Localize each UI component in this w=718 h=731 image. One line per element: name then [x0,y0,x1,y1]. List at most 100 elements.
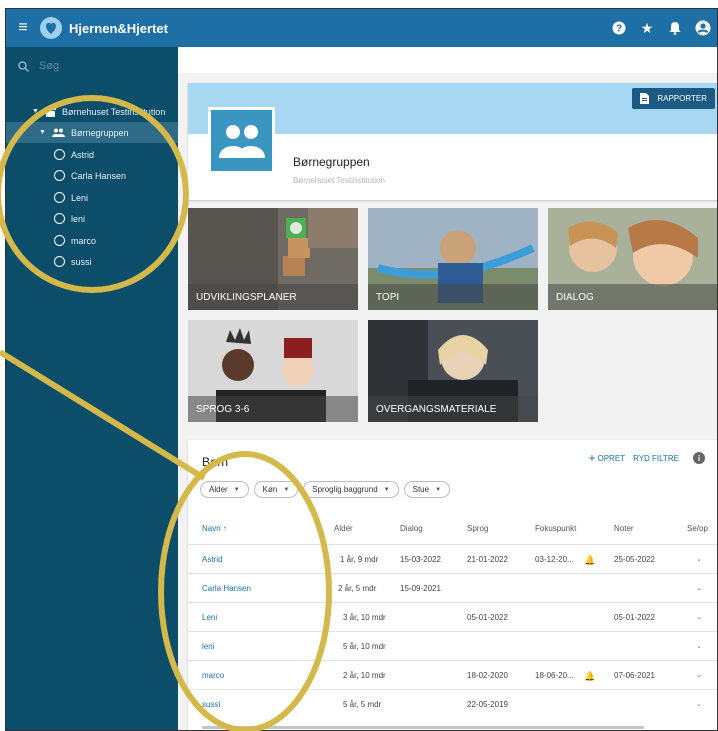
row-sprog: 22-05-2019 [467,700,508,709]
sidebar-item-label: sussi [71,256,92,267]
sidebar-item-child[interactable]: Leni [6,187,178,208]
sidebar-item-institution[interactable]: ▼ Børnehuset Testinstitution [6,101,178,122]
report-button-label: RAPPORTER [657,94,707,103]
row-dialog: 15-09-2021 [400,584,441,593]
column-header-navn[interactable]: Navn ↑ [202,514,227,544]
create-button[interactable]: + OPRET [588,451,625,465]
tile-udviklingsplaner[interactable]: UDVIKLINGSPLANER [188,208,358,310]
sidebar-item-label: leni [71,213,86,224]
row-fokus: 18-06-20... [535,671,574,680]
expand-chevron-icon[interactable]: ⌄ [696,603,702,633]
table-row[interactable]: marco 2 år, 10 mdr 18-02-2020 18-06-20..… [188,660,717,691]
children-card-title: Børn [202,455,229,469]
page-title: Børnegruppen [293,155,370,169]
report-button[interactable]: RAPPORTER [632,88,715,109]
row-name-link[interactable]: Leni [202,603,217,633]
filter-chip-stue[interactable]: Stue ▼ [403,481,451,498]
app-title[interactable]: Hjernen&Hjertet [69,21,168,36]
expand-chevron-icon[interactable]: ⌄ [696,574,702,604]
main-content: RAPPORTER Børnegruppen Børnehuset Testin… [178,47,717,730]
chip-label: Sproglig baggrund [312,485,378,494]
expand-chevron-icon[interactable]: ⌄ [696,690,702,720]
hamburger-menu-icon[interactable]: ≡ [6,9,40,47]
horizontal-scrollbar[interactable] [202,726,644,729]
group-icon [218,124,265,158]
sidebar-item-child[interactable]: marco [6,230,178,251]
group-icon [51,128,65,137]
table-row[interactable]: sussi 5 år, 5 mdr 22-05-2019 ⌄ [188,689,717,720]
column-header-dialog[interactable]: Dialog [400,514,423,544]
child-face-icon [54,192,65,203]
row-age: 5 år, 10 mdr [343,642,386,651]
info-icon[interactable]: i [693,452,705,464]
tile-overgangsmateriale[interactable]: OVERGANGSMATERIALE [368,320,538,422]
filter-chip-kon[interactable]: Køn ▼ [253,481,299,498]
app-window: ≡ Hjernen&Hjertet ? ★ Søg ▼ Børnehuset T… [5,8,718,731]
column-header-alder[interactable]: Alder [334,514,353,544]
clear-filters-button[interactable]: RYD FILTRE [633,454,679,463]
column-header-noter[interactable]: Noter [614,514,634,544]
child-face-icon [54,149,65,160]
dropdown-arrow-icon: ▼ [233,486,240,493]
group-header-card: RAPPORTER Børnegruppen Børnehuset Testin… [188,83,717,200]
row-noter: 07-06-2021 [614,671,655,680]
expand-chevron-icon[interactable]: ⌄ [696,632,702,662]
top-bar: ≡ Hjernen&Hjertet ? ★ [6,9,717,47]
sidebar-item-child[interactable]: sussi [6,251,178,272]
star-icon[interactable]: ★ [633,9,661,47]
row-age: 2 år, 10 mdr [343,671,386,680]
sidebar-item-child[interactable]: leni [6,208,178,229]
child-face-icon [54,170,65,181]
bell-icon[interactable] [661,9,689,47]
sidebar-search[interactable]: Søg [6,47,178,85]
chip-label: Køn [262,485,278,494]
row-noter: 05-01-2022 [614,613,655,622]
group-avatar [208,107,275,174]
alert-bell-icon: 🔔 [584,671,596,681]
row-name-link[interactable]: sussi [202,690,220,720]
row-name-link[interactable]: leni [202,632,214,662]
row-sprog: 18-02-2020 [467,671,508,680]
column-header-sprog[interactable]: Sprog [467,514,488,544]
table-row[interactable]: leni 5 år, 10 mdr ⌄ [188,631,717,662]
column-header-fokuspunkt[interactable]: Fokuspunkt [535,514,576,544]
tile-sprog-3-6[interactable]: SPROG 3-6 [188,320,358,422]
tile-dialog[interactable]: DIALOG [548,208,717,310]
alert-bell-icon: 🔔 [584,555,596,565]
column-header-label: Navn [202,524,221,533]
row-name-link[interactable]: marco [202,661,224,691]
sidebar-item-child[interactable]: Astrid [6,144,178,165]
table-row[interactable]: Leni 3 år, 10 mdr 05-01-2022 05-01-2022 … [188,602,717,633]
tile-label: TOPI [368,284,538,310]
tile-topi[interactable]: TOPI [368,208,538,310]
search-placeholder: Søg [39,60,60,72]
row-name-link[interactable]: Carla Hansen [202,574,251,604]
chevron-down-icon: ▼ [32,108,39,115]
expand-chevron-icon[interactable]: ⌄ [696,545,702,575]
sidebar-item-label: Astrid [71,149,95,160]
tile-label: SPROG 3-6 [188,396,358,422]
expand-chevron-icon[interactable]: ⌄ [696,661,702,691]
row-name-link[interactable]: Astrid [202,545,222,575]
app-logo-icon [40,17,62,39]
table-row[interactable]: Carla Hansen 2 år, 5 mdr 15-09-2021 ⌄ [188,573,717,604]
row-age: 1 år, 9 mdr [340,555,379,564]
tile-label: DIALOG [548,284,717,310]
sidebar-item-group[interactable]: ▼ Børnegruppen [6,122,178,143]
sidebar-item-label: Børnehuset Testinstitution [61,106,166,117]
dropdown-arrow-icon: ▼ [283,486,290,493]
sidebar-item-child[interactable]: Carla Hansen [6,165,178,186]
plus-icon: + [588,451,596,465]
filter-chip-sproglig-baggrund[interactable]: Sproglig baggrund ▼ [303,481,399,498]
row-fokus: 03-12-20... [535,555,574,564]
account-icon[interactable] [689,9,717,47]
clear-filters-label: RYD FILTRE [633,453,679,463]
table-row[interactable]: Astrid 1 år, 9 mdr 15-03-2022 21-01-2022… [188,544,717,575]
row-age: 3 år, 10 mdr [343,613,386,622]
help-icon[interactable]: ? [605,9,633,47]
row-age: 2 år, 5 mdr [338,584,377,593]
filter-chip-alder[interactable]: Alder ▼ [200,481,249,498]
sidebar: Søg ▼ Børnehuset Testinstitution ▼ Børne… [6,47,178,730]
column-header-se-op[interactable]: Se/op [687,514,708,544]
child-face-icon [54,235,65,246]
